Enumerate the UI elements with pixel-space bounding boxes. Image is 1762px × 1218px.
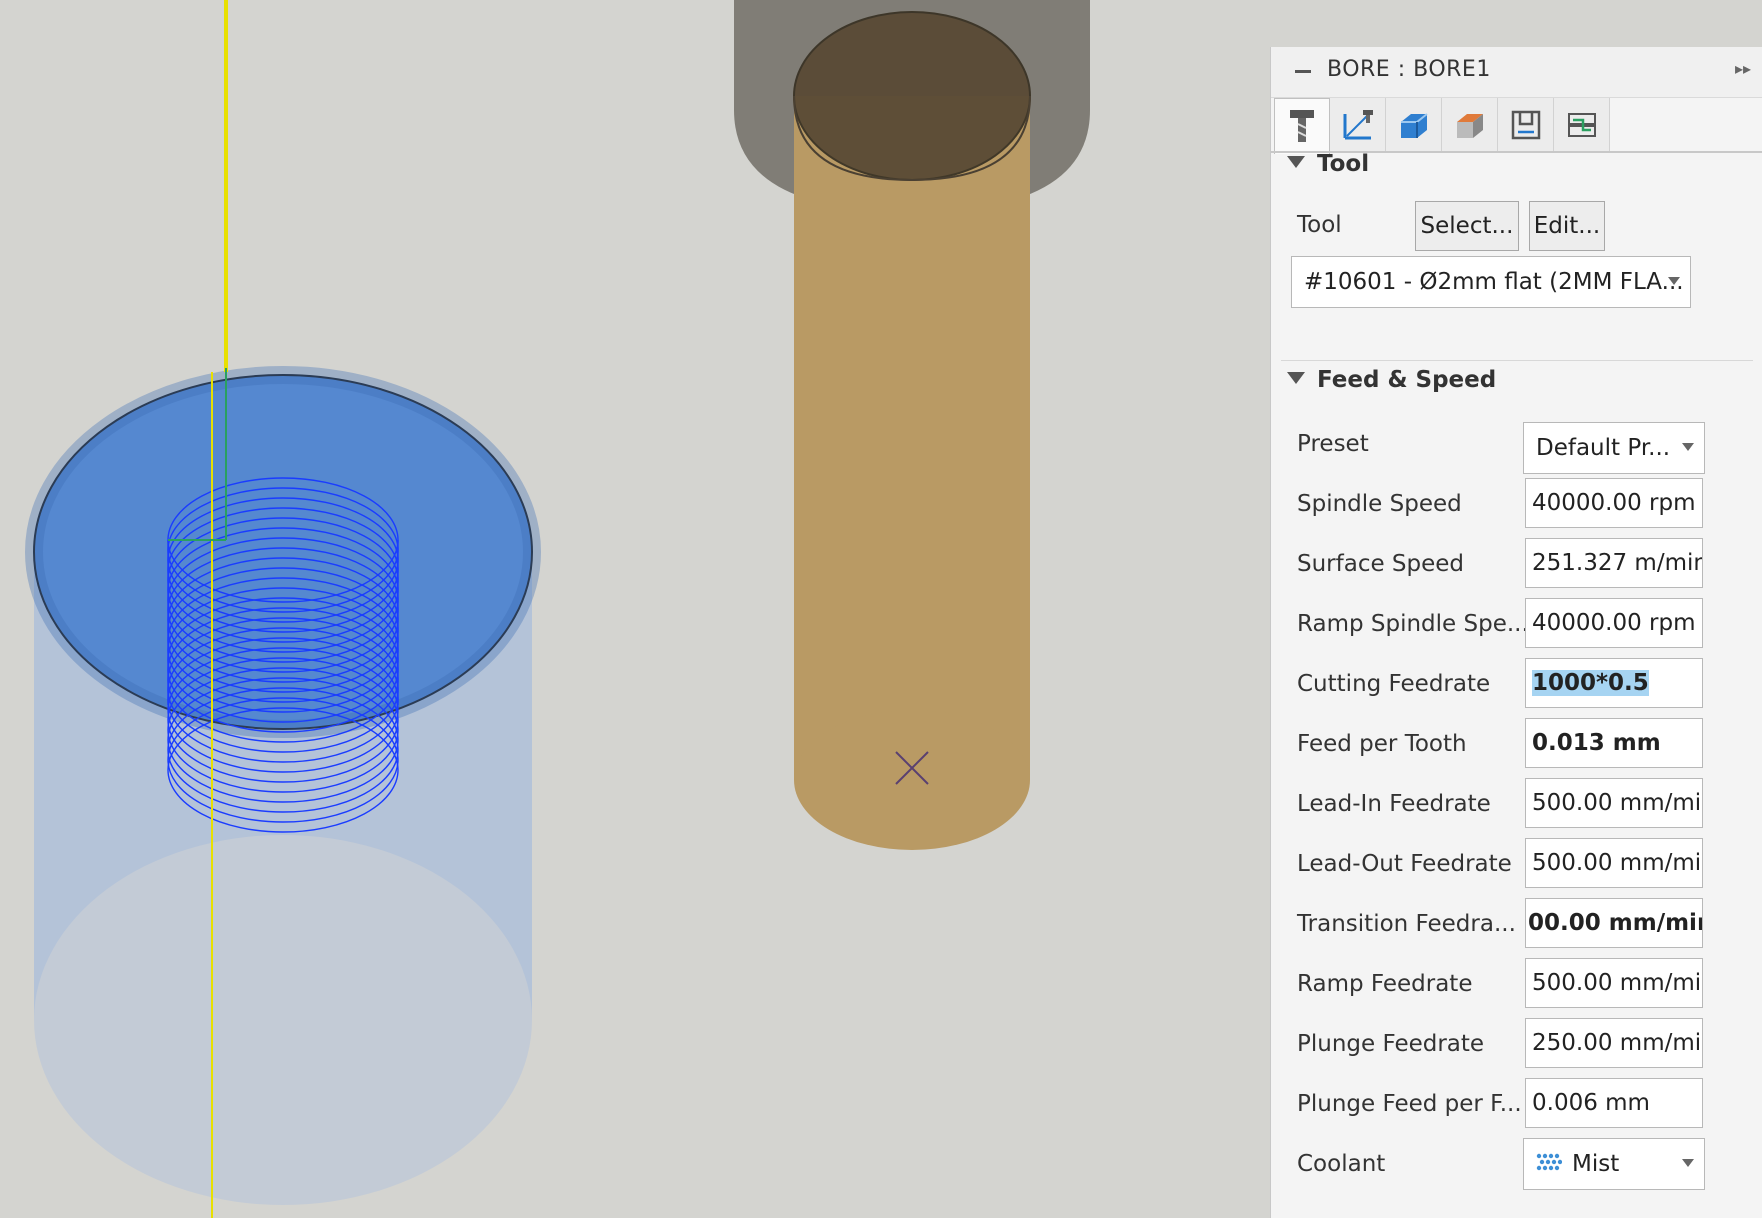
select-tool-button[interactable]: Select... <box>1415 201 1519 251</box>
plunge-feedrate-label: Plunge Feedrate <box>1297 1031 1485 1057</box>
surface-speed-label: Surface Speed <box>1297 551 1465 577</box>
tab-linking[interactable] <box>1498 98 1554 151</box>
ramp-spindle-speed-field[interactable]: 40000.00 rpm <box>1525 598 1703 648</box>
chevron-down-icon <box>1682 1159 1694 1167</box>
tool-label: Tool <box>1297 212 1342 238</box>
lead-in-feedrate-label: Lead-In Feedrate <box>1297 791 1491 817</box>
linking-icon <box>1511 110 1540 139</box>
tab-tool-path[interactable] <box>1554 98 1610 151</box>
cutting-feedrate-label: Cutting Feedrate <box>1297 671 1491 697</box>
chevron-down-icon <box>1682 443 1694 451</box>
plunge-feedrate-field[interactable]: 250.00 mm/min <box>1525 1018 1703 1068</box>
collapse-triangle-icon <box>1287 155 1305 168</box>
mist-icon <box>1536 1153 1562 1171</box>
tool-tip <box>794 710 1030 850</box>
tool-dropdown-value: #10601 - Ø2mm flat (2MM FLA... <box>1304 269 1684 295</box>
tool-shank-top <box>793 11 1031 181</box>
ramp-spindle-speed-label: Ramp Spindle Spe... <box>1297 611 1529 637</box>
panel-title: BORE : BORE1 <box>1327 57 1491 82</box>
preset-label: Preset <box>1297 431 1369 457</box>
operation-panel: BORE : BORE1 ▸▸ Tool Tool Select... Edit… <box>1270 47 1762 1218</box>
surface-speed-field[interactable]: 251.327 m/min <box>1525 538 1703 588</box>
transition-feedrate-field[interactable]: 00.00 mm/min <box>1525 898 1703 948</box>
expand-icon[interactable]: ▸▸ <box>1735 59 1751 78</box>
tool-dropdown[interactable]: #10601 - Ø2mm flat (2MM FLA... <box>1291 256 1691 308</box>
plunge-feed-per-rev-field[interactable]: 0.006 mm <box>1525 1078 1703 1128</box>
cutting-feedrate-value: 1000*0.5 <box>1532 670 1649 696</box>
passes-icon <box>1456 113 1483 138</box>
edit-tool-button[interactable]: Edit... <box>1529 201 1605 251</box>
tab-bar <box>1271 98 1762 154</box>
collapse-icon[interactable] <box>1295 70 1311 73</box>
coolant-label: Coolant <box>1297 1151 1386 1177</box>
tool-icon <box>1290 109 1314 142</box>
lead-out-feedrate-label: Lead-Out Feedrate <box>1297 851 1512 877</box>
section-divider <box>1281 360 1753 361</box>
tab-passes[interactable] <box>1442 98 1498 151</box>
coolant-dropdown[interactable]: Mist <box>1523 1138 1705 1190</box>
feed-per-tooth-field[interactable]: 0.013 mm <box>1525 718 1703 768</box>
tab-tool[interactable] <box>1274 98 1330 154</box>
panel-header: BORE : BORE1 ▸▸ <box>1271 47 1762 98</box>
ramp-feedrate-field[interactable]: 500.00 mm/min <box>1525 958 1703 1008</box>
transition-feedrate-label: Transition Feedra... <box>1297 911 1516 937</box>
ramp-feedrate-label: Ramp Feedrate <box>1297 971 1473 997</box>
tab-heights[interactable] <box>1386 98 1442 151</box>
heights-icon <box>1400 112 1428 138</box>
tool-path-icon <box>1567 112 1596 137</box>
lead-in-feedrate-field[interactable]: 500.00 mm/min <box>1525 778 1703 828</box>
feed-section-header[interactable]: Feed & Speed <box>1287 367 1496 393</box>
preset-value: Default Pr... <box>1536 435 1671 461</box>
collapse-triangle-icon <box>1287 371 1305 384</box>
tool-section-title: Tool <box>1317 151 1370 177</box>
geometry-icon <box>1343 109 1373 139</box>
chevron-down-icon <box>1668 277 1680 285</box>
spindle-speed-label: Spindle Speed <box>1297 491 1462 517</box>
coolant-value: Mist <box>1572 1151 1620 1177</box>
tool-shank <box>794 96 1030 780</box>
feed-section-title: Feed & Speed <box>1317 367 1497 393</box>
feed-per-tooth-label: Feed per Tooth <box>1297 731 1467 757</box>
tab-geometry[interactable] <box>1330 98 1386 151</box>
cutting-feedrate-field[interactable]: 1000*0.5 <box>1525 658 1703 708</box>
preset-dropdown[interactable]: Default Pr... <box>1523 422 1705 474</box>
stock-cylinder-bottom <box>34 835 532 1205</box>
lead-out-feedrate-field[interactable]: 500.00 mm/min <box>1525 838 1703 888</box>
plunge-feed-per-rev-label: Plunge Feed per F... <box>1297 1091 1522 1117</box>
tool-section-header[interactable]: Tool <box>1287 151 1369 177</box>
spindle-speed-field[interactable]: 40000.00 rpm <box>1525 478 1703 528</box>
